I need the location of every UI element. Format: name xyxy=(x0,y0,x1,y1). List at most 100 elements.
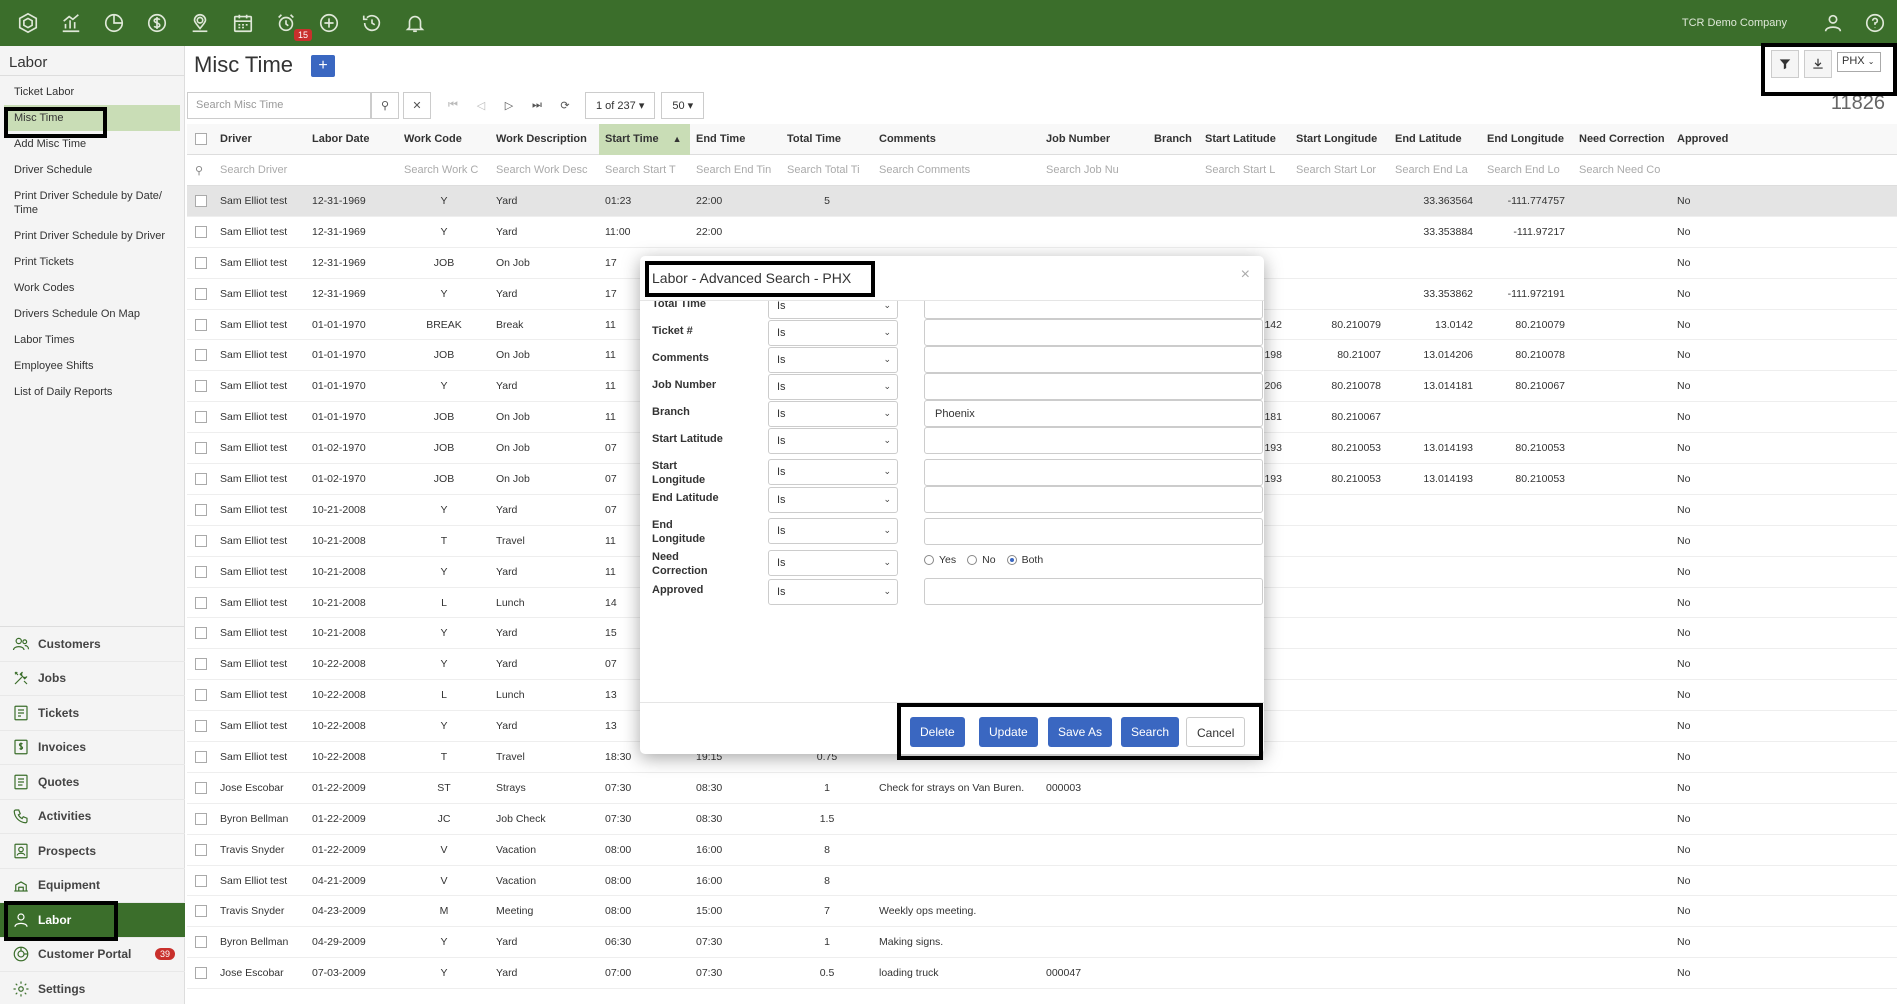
row-checkbox[interactable] xyxy=(195,503,207,516)
radio-no[interactable] xyxy=(967,555,978,565)
criteria-value-input[interactable]: Phoenix xyxy=(924,400,1263,427)
operator-select[interactable]: Is ⌄ xyxy=(768,518,898,544)
col-end-latitude[interactable]: End Latitude xyxy=(1389,133,1481,145)
row-checkbox[interactable] xyxy=(195,905,207,918)
row-checkbox[interactable] xyxy=(195,565,207,578)
row-checkbox[interactable] xyxy=(195,843,207,856)
sidebar-item-misc-time[interactable]: Misc Time xyxy=(4,105,180,131)
row-checkbox[interactable] xyxy=(195,658,207,671)
module-quotes[interactable]: Quotes xyxy=(0,765,185,800)
criteria-value-input[interactable] xyxy=(924,518,1263,545)
radio-yes[interactable] xyxy=(924,555,934,565)
search-start-lat[interactable]: Search Start L xyxy=(1199,164,1290,176)
table-row[interactable]: Travis Snyder 04-23-2009 M Meeting 08:00 15:0… xyxy=(187,896,1897,928)
module-invoices[interactable]: Invoices xyxy=(0,731,185,765)
row-checkbox[interactable] xyxy=(195,689,207,702)
operator-select[interactable]: Is ⌄ xyxy=(768,579,898,605)
table-row[interactable]: Travis Snyder 01-22-2009 V Vacation 08:00 16:… xyxy=(187,835,1897,866)
operator-select[interactable]: Is ⌄ xyxy=(768,401,898,427)
sidebar-item-ticket-labor[interactable]: Ticket Labor xyxy=(0,79,184,105)
operator-select[interactable]: Is ⌄ xyxy=(768,320,898,346)
dollar-icon[interactable] xyxy=(143,9,171,37)
col-start-latitude[interactable]: Start Latitude xyxy=(1199,133,1290,145)
page-selector[interactable]: 1 of 237 ▾ xyxy=(585,91,656,119)
table-row[interactable]: Jose Escobar 01-22-2009 ST Strays 07:30 08:30… xyxy=(187,773,1897,804)
select-all-checkbox[interactable] xyxy=(195,133,207,145)
col-labor-date[interactable]: Labor Date xyxy=(306,133,398,145)
search-end-lat[interactable]: Search End La xyxy=(1389,164,1481,176)
row-checkbox[interactable] xyxy=(195,720,207,733)
sidebar-item-print-tickets[interactable]: Print Tickets xyxy=(0,249,184,275)
criteria-value-input[interactable] xyxy=(924,578,1263,605)
row-checkbox[interactable] xyxy=(195,349,207,362)
row-checkbox[interactable] xyxy=(195,750,207,763)
close-icon[interactable]: × xyxy=(1241,266,1250,284)
criteria-value-input[interactable] xyxy=(924,459,1263,486)
search-work-code[interactable]: Search Work C xyxy=(398,164,490,176)
radio-both[interactable] xyxy=(1006,555,1017,565)
refresh-button[interactable]: ⟳ xyxy=(551,91,579,119)
module-labor[interactable]: Labor xyxy=(0,903,185,938)
module-tickets[interactable]: Tickets xyxy=(0,696,185,731)
col-approved[interactable]: Approved xyxy=(1671,133,1763,145)
module-settings[interactable]: Settings xyxy=(0,972,185,1004)
row-checkbox[interactable] xyxy=(195,225,207,238)
add-button[interactable]: + xyxy=(311,55,335,77)
table-row[interactable]: Jose Escobar 07-03-2009 Y Yard 07:00 07:30 0.5… xyxy=(187,958,1897,990)
search-input[interactable]: Search Misc Time xyxy=(187,91,371,119)
module-customer-portal[interactable]: Customer Portal 39 xyxy=(0,938,185,972)
search-job-number[interactable]: Search Job Nu xyxy=(1040,164,1148,176)
update-button[interactable]: Update xyxy=(979,717,1038,747)
row-checkbox[interactable] xyxy=(195,967,207,980)
sidebar-item-print-schedule-driver[interactable]: Print Driver Schedule by Driver xyxy=(0,223,184,249)
col-comments[interactable]: Comments xyxy=(873,133,1040,145)
sidebar-item-labor-times[interactable]: Labor Times xyxy=(0,327,184,353)
search-start-time[interactable]: Search Start T xyxy=(599,164,690,176)
module-activities[interactable]: Activities xyxy=(0,800,185,834)
table-row[interactable]: Sam Elliot test 04-21-2009 V Vacation 08:00 1… xyxy=(187,866,1897,897)
page-size-selector[interactable]: 50 ▾ xyxy=(661,91,705,119)
col-work-description[interactable]: Work Description xyxy=(490,133,599,145)
first-page-button[interactable]: ⏮ xyxy=(439,91,467,119)
table-row[interactable]: Sam Elliot test 12-31-1969 Y Yard 01:23 22:00… xyxy=(187,186,1897,217)
search-end-time[interactable]: Search End Tin xyxy=(690,164,781,176)
clear-button[interactable]: ✕ xyxy=(403,91,431,119)
last-page-button[interactable]: ⏭ xyxy=(523,91,551,119)
criteria-value-input[interactable] xyxy=(924,373,1263,400)
sidebar-item-drivers-schedule-map[interactable]: Drivers Schedule On Map xyxy=(0,301,184,327)
bell-icon[interactable] xyxy=(401,9,429,37)
user-icon[interactable] xyxy=(1819,9,1847,37)
sidebar-item-work-codes[interactable]: Work Codes xyxy=(0,275,184,301)
download-button[interactable] xyxy=(1804,50,1832,78)
col-work-code[interactable]: Work Code xyxy=(398,133,490,145)
row-checkbox[interactable] xyxy=(195,194,207,207)
module-jobs[interactable]: Jobs xyxy=(0,662,185,696)
row-checkbox[interactable] xyxy=(195,411,207,424)
operator-select[interactable]: Is ⌄ xyxy=(768,347,898,373)
col-job-number[interactable]: Job Number xyxy=(1040,133,1148,145)
row-checkbox[interactable] xyxy=(195,318,207,331)
col-end-longitude[interactable]: End Longitude xyxy=(1481,133,1573,145)
location-icon[interactable] xyxy=(186,9,214,37)
delete-button[interactable]: Delete xyxy=(910,717,965,747)
sidebar-item-driver-schedule[interactable]: Driver Schedule xyxy=(0,157,184,183)
row-checkbox[interactable] xyxy=(195,442,207,455)
chart-icon[interactable] xyxy=(57,9,85,37)
sidebar-item-employee-shifts[interactable]: Employee Shifts xyxy=(0,353,184,379)
col-start-longitude[interactable]: Start Longitude xyxy=(1290,133,1389,145)
alarm-icon[interactable]: 15 xyxy=(272,9,312,41)
row-checkbox[interactable] xyxy=(195,627,207,640)
search-end-lon[interactable]: Search End Lo xyxy=(1481,164,1573,176)
row-checkbox[interactable] xyxy=(195,380,207,393)
criteria-value-input[interactable] xyxy=(924,346,1263,373)
save-as-button[interactable]: Save As xyxy=(1048,717,1113,747)
row-checkbox[interactable] xyxy=(195,256,207,269)
history-icon[interactable] xyxy=(358,9,386,37)
row-checkbox[interactable] xyxy=(195,936,207,949)
operator-select[interactable]: Is ⌄ xyxy=(768,459,898,485)
row-checkbox[interactable] xyxy=(195,472,207,485)
plus-circle-icon[interactable] xyxy=(315,9,343,37)
operator-select[interactable]: Is ⌄ xyxy=(768,428,898,454)
search-need-correction[interactable]: Search Need Co xyxy=(1573,164,1671,176)
module-customers[interactable]: Customers xyxy=(0,627,185,662)
